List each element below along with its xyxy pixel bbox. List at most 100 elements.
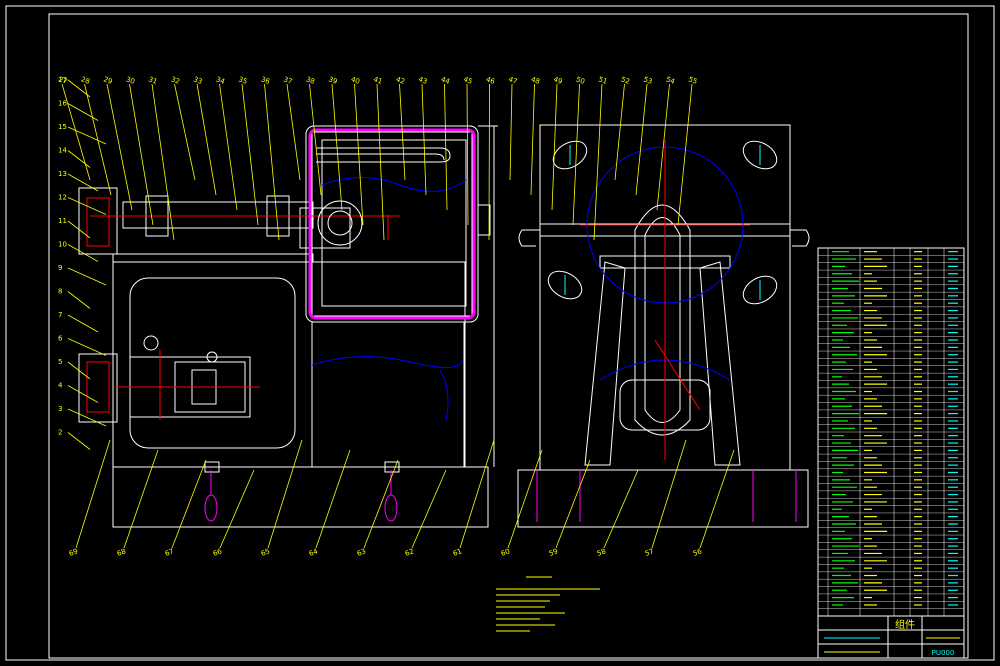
parts-list-table [817,247,965,617]
balloon-label: 5 [58,358,62,366]
leader-line [444,83,448,211]
leader-line [614,83,625,181]
leader-line [171,459,207,549]
leader-line [196,83,217,196]
leader-line [219,469,255,549]
shaft-support [112,253,314,263]
balloon-label: 51 [597,75,608,86]
balloon-label: 35 [237,75,248,86]
balloon-label: 29 [102,75,113,86]
balloon-label: 34 [215,75,227,86]
leader-line [67,338,107,356]
lift-eye-right [384,494,398,522]
pulley-hatch-top [86,197,110,247]
leader-line [241,83,259,226]
leader-line [75,439,111,549]
leader-line [67,314,99,333]
leader-line [106,83,133,211]
balloon-label: 39 [327,75,338,86]
balloon-label: 3 [58,405,62,413]
lift-eye-group [204,470,398,522]
title-block: 组件 PU000 [817,615,965,659]
left-view [78,125,498,528]
leader-line [67,244,99,262]
balloon-label: 31 [147,75,158,86]
balloon-left-column: 171615141312111098765432 [58,76,67,437]
balloon-label: 8 [58,288,62,296]
left-base-bottom [112,466,489,528]
leader-line [555,459,591,549]
right-handle [477,204,491,236]
balloon-label: 33 [192,75,203,86]
motor-housing [129,277,296,449]
leader-line [174,83,196,181]
left-base-frame [112,261,466,468]
drum-curve-1 [321,177,467,192]
balloon-label: 9 [58,264,62,272]
balloon-label: 41 [372,75,383,86]
leader-line [466,83,469,226]
balloon-label: 42 [395,75,406,86]
balloon-label: 37 [282,75,293,86]
balloon-top-row: 27 28 29 30 31 32 33 34 35 36 37 38 39 40 41 42 43 44 45 46… [57,75,698,86]
leader-line [593,83,603,241]
balloon-label: 45 [462,75,473,86]
balloon-label: 28 [80,75,91,86]
drum-hidden-curve [439,369,449,421]
balloon-label: 58 [596,547,607,558]
leader-line [603,469,639,549]
balloon-label: 30 [125,75,136,86]
leader-line [84,83,112,196]
balloon-label: 36 [260,75,272,86]
leader-line [488,83,490,241]
stand-right [699,261,741,466]
balloon-label: 61 [452,547,463,558]
balloon-label: 14 [58,147,67,155]
drum-housing-outer [305,125,479,323]
balloon-label: 68 [116,547,127,558]
leader-line [530,83,535,196]
balloon-label: 67 [164,547,175,558]
balloon-label: 48 [530,75,541,86]
leader-line [219,83,238,211]
balloon-label: 46 [485,75,497,86]
balloon-label: 13 [58,170,67,178]
balloon-label: 43 [417,75,428,86]
balloon-label: 66 [212,547,224,558]
stand-left [584,261,626,466]
balloon-label: 16 [58,100,67,108]
balloon-label: 49 [552,75,563,86]
balloon-bottom-row: 69 68 67 66 65 64 63 62 61 60 59 58 57 56 [68,547,704,558]
right-side-hook-right [790,229,810,247]
balloon-label: 27 [57,75,68,86]
balloon-label: 57 [644,547,655,558]
leader-line [67,385,99,403]
leader-line [411,469,447,549]
balloon-label: 53 [642,75,653,86]
balloon-label: 12 [58,194,67,202]
drill-holes [547,140,778,305]
balloon-label: 2 [58,429,62,437]
balloon-label: 69 [68,547,79,558]
balloon-label: 4 [58,382,63,390]
lift-eye-left [204,494,218,522]
balloon-label: 50 [575,75,586,86]
leader-line [67,126,107,145]
leader-line [123,449,159,549]
balloon-label: 38 [305,75,316,86]
balloon-label: 62 [404,547,415,558]
leader-line [67,150,91,168]
leader-line [67,291,91,309]
technical-notes [496,576,600,632]
drum-profile-inner [644,217,681,423]
drawing-svg: 171615141312111098765432 27 28 29 30 31 32 33 3… [5,5,995,661]
right-side-hook-left [518,229,540,247]
title-block-heading: 组件 [895,618,915,631]
leader-line [509,83,513,181]
balloon-label: 11 [58,217,67,225]
balloon-label: 60 [500,547,511,558]
balloon-label: 10 [58,241,67,249]
balloon-label: 32 [170,75,181,86]
drum-fins [316,147,451,246]
leader-line [677,83,693,226]
